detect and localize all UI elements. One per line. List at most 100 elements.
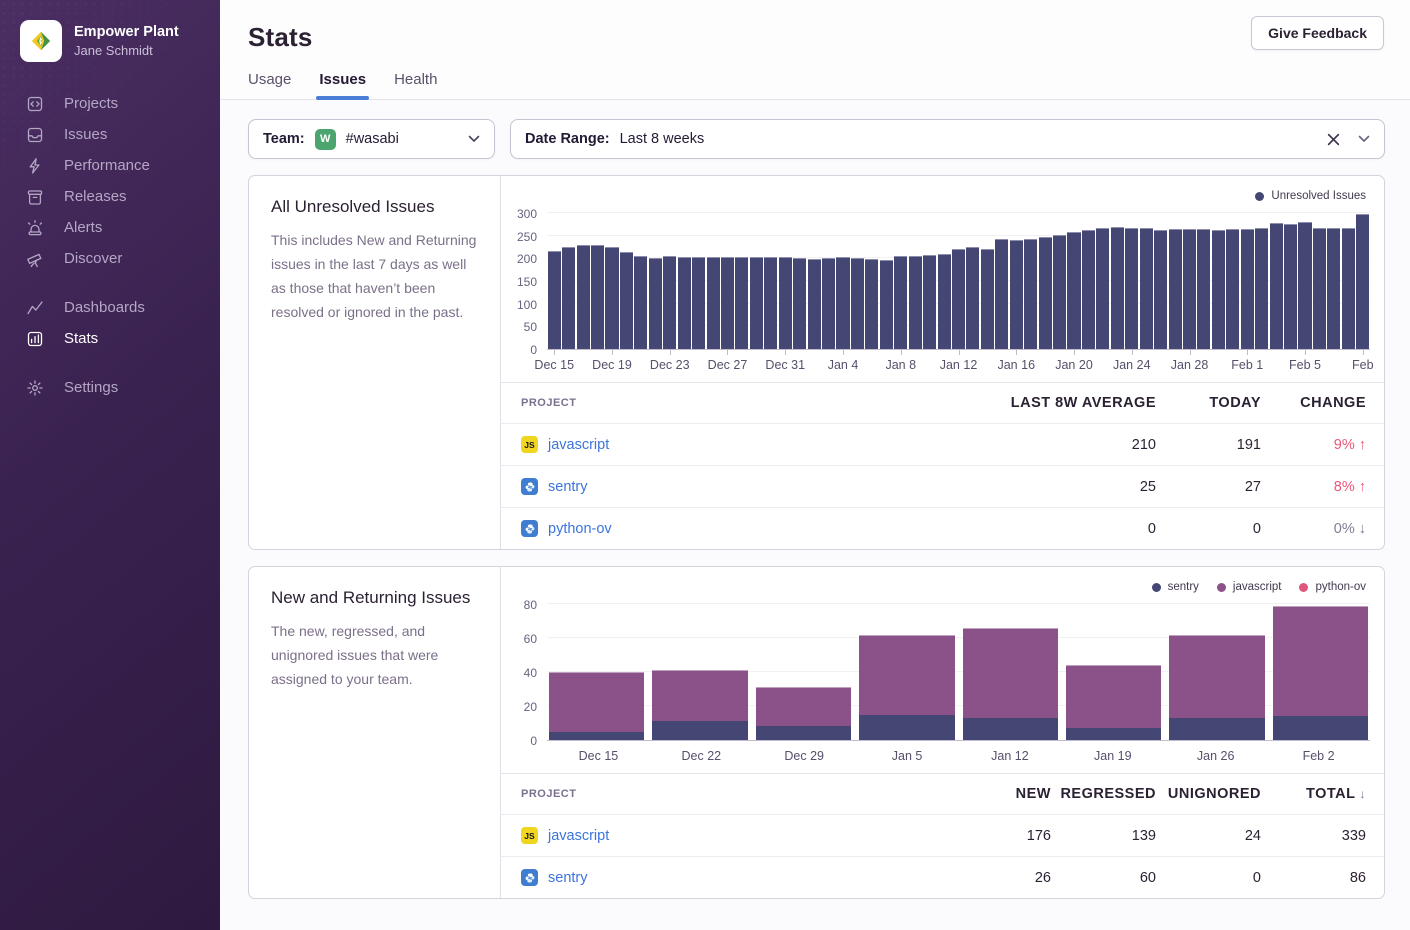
- sidebar-item-performance[interactable]: Performance: [26, 150, 220, 181]
- x-axis-tick: [1016, 350, 1017, 355]
- bar-segment-sentry: [1066, 728, 1161, 740]
- tab-bar: Usage Issues Health: [248, 71, 1384, 99]
- x-axis-tick-label: Jan 24: [1113, 358, 1151, 372]
- stacked-bar: [859, 635, 954, 740]
- gridline: [547, 212, 1370, 213]
- x-axis-tick: [1190, 350, 1191, 355]
- sidebar-item-releases[interactable]: Releases: [26, 181, 220, 212]
- give-feedback-button[interactable]: Give Feedback: [1251, 16, 1384, 50]
- bar: [1010, 240, 1023, 349]
- x-axis-tick: [1247, 350, 1248, 355]
- table-header-row: PROJECTLAST 8W AVERAGETODAYCHANGE: [501, 382, 1384, 423]
- user-name: Jane Schmidt: [74, 42, 179, 59]
- clear-date-range-icon[interactable]: [1327, 133, 1340, 146]
- value-cell: 26: [946, 870, 1051, 886]
- y-axis-tick-label: 250: [517, 231, 537, 243]
- x-axis-tick: [727, 350, 728, 355]
- sidebar-item-discover[interactable]: Discover: [26, 243, 220, 274]
- y-axis-tick-label: 0: [530, 735, 537, 747]
- bar: [1140, 228, 1153, 349]
- page-header: Stats Give Feedback Usage Issues Health: [220, 0, 1410, 100]
- legend-item-python-ov[interactable]: python-ov: [1299, 581, 1366, 593]
- legend-item-unresolved-issues[interactable]: Unresolved Issues: [1255, 190, 1366, 202]
- x-axis-tick: [785, 350, 786, 355]
- sidebar-item-label: Releases: [64, 188, 127, 205]
- sidebar-item-label: Discover: [64, 250, 122, 267]
- chart-plot-area: 020406080: [501, 605, 1370, 741]
- x-axis-tick-label: Dec 15: [534, 358, 574, 372]
- x-axis-tick: [1074, 350, 1075, 355]
- issues-icon: [26, 126, 44, 144]
- x-axis-tick-label: Jan 5: [856, 741, 959, 767]
- sidebar-item-issues[interactable]: Issues: [26, 119, 220, 150]
- tab-health[interactable]: Health: [394, 71, 437, 99]
- column-header-total[interactable]: TOTAL↓: [1261, 786, 1366, 802]
- bar: [1111, 227, 1124, 349]
- nav-group: ProjectsIssuesPerformance Releases Alerts D…: [26, 88, 220, 274]
- new-returning-issues-chart: sentryjavascriptpython-ov020406080Dec 15…: [501, 567, 1384, 773]
- x-axis-tick-label: Jan 19: [1061, 741, 1164, 767]
- y-axis: 020406080: [501, 605, 547, 741]
- legend-item-sentry[interactable]: sentry: [1152, 581, 1199, 593]
- project-link-sentry[interactable]: sentry: [548, 479, 588, 495]
- page-title: Stats: [248, 22, 1384, 53]
- projects-icon: [26, 95, 44, 113]
- column-header-change: CHANGE: [1261, 395, 1366, 411]
- bar: [1241, 229, 1254, 349]
- bar: [1096, 228, 1109, 349]
- project-link-python-ov[interactable]: python-ov: [548, 521, 612, 537]
- team-select[interactable]: Team: W #wasabi: [248, 119, 495, 159]
- y-axis-tick-label: 300: [517, 208, 537, 220]
- y-axis-tick-label: 100: [517, 299, 537, 311]
- bar-segment-javascript: [1273, 606, 1368, 717]
- x-axis-tick-label: Jan 26: [1164, 741, 1267, 767]
- bar-segment-javascript: [756, 687, 851, 726]
- project-cell: sentry: [521, 869, 946, 886]
- x-axis-tick-label: Feb 5: [1289, 358, 1321, 372]
- x-axis-tick-label: Feb: [1352, 358, 1374, 372]
- stacked-bar: [1169, 635, 1264, 740]
- sidebar-item-alerts[interactable]: Alerts: [26, 212, 220, 243]
- legend-dot-icon: [1152, 583, 1161, 592]
- table-row: sentry25278% ↑: [501, 465, 1384, 507]
- legend-dot-icon: [1299, 583, 1308, 592]
- sidebar-item-settings[interactable]: Settings: [26, 372, 220, 403]
- tab-issues[interactable]: Issues: [319, 71, 366, 99]
- value-cell: 25: [986, 479, 1156, 495]
- bar: [663, 256, 676, 349]
- bar: [1053, 235, 1066, 349]
- project-link-sentry[interactable]: sentry: [548, 870, 588, 886]
- team-avatar: W: [315, 129, 336, 150]
- project-cell: sentry: [521, 478, 986, 495]
- javascript-project-icon: JS: [521, 827, 538, 844]
- x-axis-tick-label: Jan 12: [940, 358, 978, 372]
- sidebar-item-dashboards[interactable]: Dashboards: [26, 292, 220, 323]
- bar: [1082, 230, 1095, 349]
- bar: [1024, 239, 1037, 349]
- bar: [1197, 229, 1210, 349]
- bar: [779, 257, 792, 349]
- column-header-unignored: UNIGNORED: [1156, 786, 1261, 802]
- sidebar-item-label: Dashboards: [64, 299, 145, 316]
- legend-item-javascript[interactable]: javascript: [1217, 581, 1282, 593]
- alerts-icon: [26, 219, 44, 237]
- bar: [1183, 229, 1196, 349]
- date-range-select[interactable]: Date Range: Last 8 weeks: [510, 119, 1385, 159]
- sidebar-item-projects[interactable]: Projects: [26, 88, 220, 119]
- sidebar-item-stats[interactable]: Stats: [26, 323, 220, 354]
- bar: [764, 257, 777, 349]
- y-axis-tick-label: 80: [524, 599, 537, 611]
- project-cell: JS javascript: [521, 827, 946, 844]
- table-header-row: PROJECTNEWREGRESSEDUNIGNOREDTOTAL↓: [501, 773, 1384, 814]
- bar: [577, 245, 590, 349]
- bar-segment-sentry: [859, 715, 954, 741]
- bar: [605, 247, 618, 349]
- value-cell: 191: [1156, 437, 1261, 453]
- project-link-javascript[interactable]: javascript: [548, 828, 609, 844]
- bar: [952, 249, 965, 349]
- project-link-javascript[interactable]: javascript: [548, 437, 609, 453]
- project-cell: python-ov: [521, 520, 986, 537]
- org-switcher[interactable]: Empower Plant Jane Schmidt: [0, 0, 220, 62]
- bar: [649, 258, 662, 349]
- tab-usage[interactable]: Usage: [248, 71, 291, 99]
